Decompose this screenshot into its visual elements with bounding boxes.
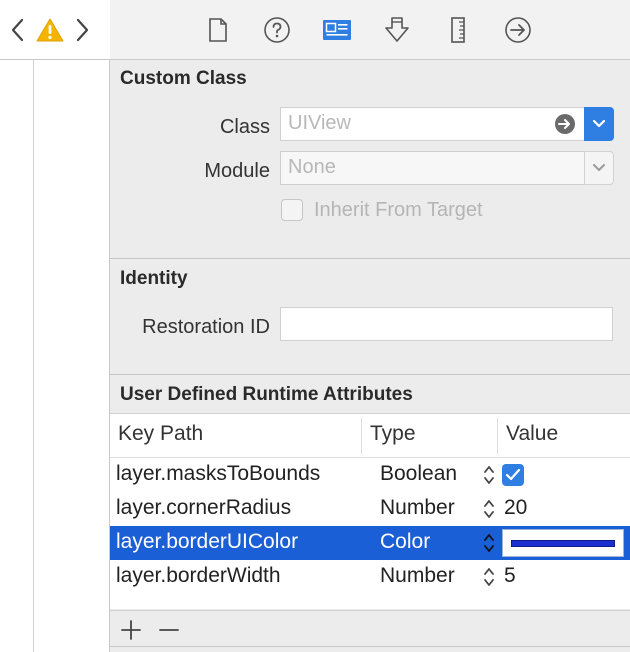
tab-quick-help[interactable] bbox=[261, 14, 293, 46]
issue-warning-button[interactable] bbox=[34, 12, 66, 48]
boolean-value-checkbox[interactable] bbox=[502, 464, 524, 486]
restoration-id-label: Restoration ID bbox=[142, 316, 270, 338]
identity-title: Identity bbox=[120, 268, 188, 289]
type-stepper-icon[interactable] bbox=[482, 532, 496, 554]
size-inspector-icon bbox=[451, 17, 465, 43]
checkmark-icon bbox=[505, 468, 521, 481]
class-dropdown-button[interactable] bbox=[584, 107, 614, 141]
inherit-from-target-label: Inherit From Target bbox=[314, 199, 483, 221]
plus-icon bbox=[121, 620, 141, 640]
chevron-down-icon bbox=[593, 164, 605, 171]
column-header-type[interactable]: Type bbox=[370, 422, 416, 446]
type-cell[interactable]: Color bbox=[380, 530, 430, 554]
column-header-value[interactable]: Value bbox=[506, 422, 558, 446]
color-well[interactable] bbox=[502, 529, 624, 557]
identity-inspector-icon bbox=[323, 20, 351, 40]
add-attribute-button[interactable] bbox=[118, 617, 144, 643]
minus-icon bbox=[159, 629, 179, 631]
section-divider bbox=[110, 374, 630, 375]
chevron-right-icon bbox=[76, 18, 89, 42]
key-path-cell[interactable]: layer.cornerRadius bbox=[116, 496, 291, 520]
warning-icon bbox=[36, 18, 64, 42]
restoration-id-input[interactable] bbox=[280, 307, 613, 341]
value-cell[interactable]: 5 bbox=[504, 564, 516, 588]
key-path-cell[interactable]: layer.masksToBounds bbox=[116, 462, 320, 486]
table-row[interactable]: layer.masksToBounds Boolean bbox=[110, 458, 630, 492]
column-header-key-path[interactable]: Key Path bbox=[118, 422, 203, 446]
identity-inspector: Custom Class Class UIView Module None In… bbox=[110, 0, 630, 652]
remove-attribute-button[interactable] bbox=[156, 617, 182, 643]
type-cell[interactable]: Number bbox=[380, 564, 455, 588]
type-cell[interactable]: Number bbox=[380, 496, 455, 520]
tab-attributes-inspector[interactable] bbox=[381, 14, 413, 46]
table-row-selected[interactable]: layer.borderUIColor Color bbox=[110, 526, 630, 560]
connections-inspector-icon bbox=[505, 17, 531, 43]
key-path-cell[interactable]: layer.borderWidth bbox=[116, 564, 281, 588]
section-divider bbox=[110, 258, 630, 259]
type-stepper-icon[interactable] bbox=[482, 464, 496, 486]
type-cell[interactable]: Boolean bbox=[380, 462, 457, 486]
file-inspector-icon bbox=[209, 18, 227, 42]
inherit-from-target-checkbox[interactable] bbox=[281, 199, 303, 221]
attributes-inspector-icon bbox=[385, 17, 409, 42]
custom-class-title: Custom Class bbox=[120, 68, 247, 89]
module-dropdown-button[interactable] bbox=[584, 151, 614, 185]
border-color-swatch bbox=[511, 540, 615, 547]
table-row[interactable]: layer.borderWidth Number 5 bbox=[110, 560, 630, 594]
column-separator bbox=[361, 418, 362, 454]
key-path-cell[interactable]: layer.borderUIColor bbox=[116, 530, 298, 554]
runtime-attributes-title: User Defined Runtime Attributes bbox=[120, 384, 413, 405]
forward-button[interactable] bbox=[70, 12, 96, 48]
class-input[interactable]: UIView bbox=[280, 107, 585, 141]
type-stepper-icon[interactable] bbox=[482, 566, 496, 588]
table-header: Key Path Type Value bbox=[110, 414, 630, 458]
chevron-down-icon bbox=[592, 119, 606, 128]
tab-connections-inspector[interactable] bbox=[502, 14, 534, 46]
module-input[interactable]: None bbox=[280, 151, 585, 185]
type-stepper-icon[interactable] bbox=[482, 498, 496, 520]
tab-identity-inspector[interactable] bbox=[321, 14, 353, 46]
jump-bar bbox=[0, 0, 110, 60]
chevron-left-icon bbox=[11, 18, 24, 42]
tab-file-inspector[interactable] bbox=[202, 14, 234, 46]
tab-size-inspector[interactable] bbox=[442, 14, 474, 46]
class-label: Class bbox=[219, 116, 270, 138]
editor-area bbox=[0, 0, 110, 652]
back-button[interactable] bbox=[4, 12, 30, 48]
quick-help-icon bbox=[264, 17, 290, 43]
value-cell[interactable]: 20 bbox=[504, 496, 527, 520]
table-footer-bar bbox=[110, 610, 630, 646]
class-placeholder: UIView bbox=[288, 112, 351, 134]
table-row[interactable]: layer.cornerRadius Number 20 bbox=[110, 492, 630, 526]
bottom-divider bbox=[110, 646, 630, 647]
module-label: Module bbox=[204, 160, 270, 182]
module-placeholder: None bbox=[288, 156, 336, 178]
inspector-tab-bar bbox=[110, 0, 630, 60]
column-separator bbox=[497, 418, 498, 454]
gutter-divider bbox=[33, 60, 34, 652]
navigate-arrow-icon[interactable] bbox=[554, 113, 576, 135]
runtime-attributes-table: Key Path Type Value layer.masksToBounds … bbox=[110, 413, 630, 609]
